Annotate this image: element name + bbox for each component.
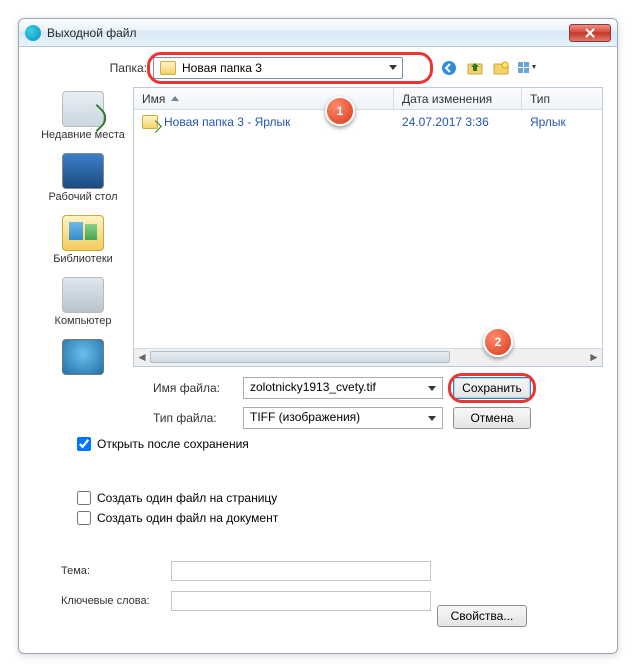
filetype-select[interactable]: TIFF (изображения) <box>243 407 443 429</box>
dialog-body: Папка: Новая папка 3 Недавние места Рабо… <box>19 47 617 653</box>
folder-combo[interactable]: Новая папка 3 <box>153 57 403 79</box>
horizontal-scrollbar[interactable]: ◄ ► <box>134 348 602 366</box>
file-date: 24.07.2017 3:36 <box>394 115 522 129</box>
back-icon <box>441 60 457 76</box>
places-sidebar: Недавние места Рабочий стол Библиотеки К… <box>33 87 133 367</box>
views-icon <box>517 61 537 75</box>
scroll-right-icon: ► <box>586 349 602 365</box>
cancel-button[interactable]: Отмена <box>453 407 531 429</box>
theme-input[interactable] <box>171 561 431 581</box>
column-date[interactable]: Дата изменения <box>394 88 522 109</box>
file-name: Новая папка 3 - Ярлык <box>164 115 290 129</box>
recent-places-icon <box>62 91 104 127</box>
nav-icons <box>439 58 537 78</box>
main-panel: Недавние места Рабочий стол Библиотеки К… <box>33 87 603 367</box>
file-list-header: Имя Дата изменения Тип <box>134 88 602 110</box>
metadata: Тема: Ключевые слова: <box>61 561 603 611</box>
sidebar-item-recent[interactable]: Недавние места <box>33 91 133 141</box>
close-button[interactable] <box>569 24 611 42</box>
views-button[interactable] <box>517 58 537 78</box>
sidebar-item-network[interactable] <box>33 339 133 375</box>
chevron-down-icon <box>389 65 397 70</box>
shortcut-icon <box>142 115 158 129</box>
desktop-icon <box>62 153 104 189</box>
chevron-down-icon <box>428 386 436 391</box>
titlebar: Выходной файл <box>19 19 617 47</box>
sidebar-item-computer[interactable]: Компьютер <box>33 277 133 327</box>
scroll-left-icon: ◄ <box>134 349 150 365</box>
up-button[interactable] <box>465 58 485 78</box>
theme-label: Тема: <box>61 565 171 577</box>
open-after-checkbox[interactable] <box>77 437 91 451</box>
new-folder-icon <box>493 61 509 75</box>
chevron-down-icon <box>428 416 436 421</box>
network-icon <box>62 339 104 375</box>
file-list: Имя Дата изменения Тип Новая папка 3 - Я… <box>133 87 603 367</box>
column-name[interactable]: Имя <box>134 88 394 109</box>
computer-icon <box>62 277 104 313</box>
up-folder-icon <box>467 61 483 75</box>
sidebar-item-libraries[interactable]: Библиотеки <box>33 215 133 265</box>
libraries-icon <box>62 215 104 251</box>
filetype-label: Тип файла: <box>153 411 243 425</box>
extra-options: Создать один файл на страницу Создать од… <box>77 491 603 525</box>
folder-value: Новая папка 3 <box>182 61 262 75</box>
one-per-page-label: Создать один файл на страницу <box>97 491 277 505</box>
folder-label: Папка: <box>103 61 153 75</box>
list-item[interactable]: Новая папка 3 - Ярлык 24.07.2017 3:36 Яр… <box>134 112 602 132</box>
close-icon <box>585 28 595 38</box>
folder-row: Папка: Новая папка 3 <box>33 57 603 79</box>
file-type: Ярлык <box>522 115 602 129</box>
dialog-window: Выходной файл Папка: Новая папка 3 <box>18 18 618 654</box>
one-per-page-checkbox[interactable] <box>77 491 91 505</box>
filename-label: Имя файла: <box>153 381 243 395</box>
back-button[interactable] <box>439 58 459 78</box>
sidebar-item-desktop[interactable]: Рабочий стол <box>33 153 133 203</box>
open-after-label: Открыть после сохранения <box>97 437 249 451</box>
one-per-doc-checkbox[interactable] <box>77 511 91 525</box>
file-rows: Новая папка 3 - Ярлык 24.07.2017 3:36 Яр… <box>134 110 602 348</box>
keywords-input[interactable] <box>171 591 431 611</box>
column-type[interactable]: Тип <box>522 88 602 109</box>
window-title: Выходной файл <box>47 26 569 40</box>
file-fields: Имя файла: zolotnicky1913_cvety.tif Сохр… <box>33 377 603 429</box>
folder-icon <box>160 61 176 75</box>
scroll-thumb[interactable] <box>150 351 450 363</box>
keywords-label: Ключевые слова: <box>61 595 171 607</box>
save-button[interactable]: Сохранить <box>453 377 531 399</box>
app-icon <box>25 25 41 41</box>
one-per-doc-label: Создать один файл на документ <box>97 511 278 525</box>
properties-button[interactable]: Свойства... <box>437 605 527 627</box>
new-folder-button[interactable] <box>491 58 511 78</box>
open-after-row: Открыть после сохранения <box>77 437 603 451</box>
filename-input[interactable]: zolotnicky1913_cvety.tif <box>243 377 443 399</box>
